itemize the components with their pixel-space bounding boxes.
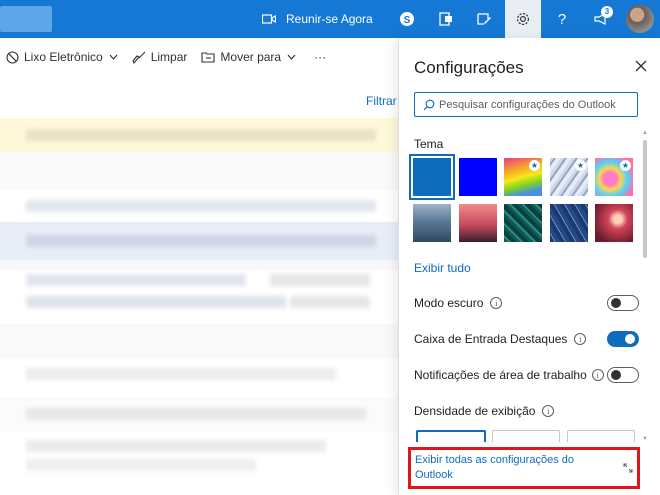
svg-text:?: ? [558,11,566,27]
gear-icon [516,12,530,26]
clean-label: Limpar [150,50,188,64]
chevron-down-icon [109,54,118,60]
theme-bokeh[interactable] [595,204,633,242]
filter-button[interactable]: Filtrar [366,94,397,108]
theme-blue[interactable] [409,154,455,200]
chevron-down-icon [287,54,296,60]
settings-panel: Configurações Tema ★ ★ ★ Exibir tudo Mod… [398,38,660,495]
junk-label: Lixo Eletrônico [24,50,103,64]
meet-now-label: Reunir-se Agora [286,12,373,26]
search-box[interactable] [0,6,52,32]
clean-button[interactable]: Limpar [132,50,188,64]
theme-blueprint[interactable] [550,204,588,242]
more-icon: ··· [314,50,327,64]
list-item[interactable] [0,222,400,260]
close-icon[interactable] [633,58,649,74]
focused-inbox-label: Caixa de Entrada Destaques [414,332,568,346]
message-list [0,118,400,495]
search-icon [423,99,435,110]
info-icon[interactable]: i [591,369,604,381]
list-item[interactable] [0,270,400,310]
avatar[interactable] [626,5,654,33]
display-density-label: Densidade de exibição [414,404,536,418]
broom-icon [132,51,146,64]
list-item[interactable] [0,190,400,222]
list-item[interactable] [0,432,400,472]
skype-icon: S [400,12,414,26]
settings-search-input[interactable] [439,98,629,111]
svg-text:S: S [404,15,411,26]
list-item[interactable] [0,324,400,358]
dark-mode-row: Modo escuro i [414,294,639,312]
move-to-button[interactable]: Mover para [201,50,296,64]
settings-footer: Exibir todas as configurações do Outlook [399,442,660,495]
scroll-up-arrow[interactable]: ▲ [642,130,648,136]
move-to-label: Mover para [220,50,282,64]
theme-unicorn[interactable]: ★ [595,158,633,196]
info-icon[interactable]: i [542,405,555,417]
expand-icon[interactable] [623,463,633,473]
block-icon [6,50,19,64]
list-item[interactable] [0,358,400,398]
junk-button[interactable]: Lixo Eletrônico [6,50,118,64]
display-density-row: Densidade de exibição i [414,402,639,420]
dark-mode-label: Modo escuro [414,296,484,310]
desktop-notifications-row: Notificações de área de trabalho i [414,366,639,384]
settings-search[interactable] [414,92,638,117]
settings-button[interactable] [505,0,541,38]
skype-button[interactable]: S [389,0,425,38]
folder-move-icon [201,52,215,63]
video-camera-icon [262,14,276,24]
theme-abstract-lines[interactable]: ★ [550,158,588,196]
meet-now-button[interactable]: Reunir-se Agora [262,0,373,38]
theme-deep-blue[interactable] [459,158,497,196]
focused-inbox-row: Caixa de Entrada Destaques i [414,330,639,348]
desktop-notifications-label: Notificações de área de trabalho [414,368,587,382]
theme-mountain[interactable] [413,204,451,242]
star-icon: ★ [620,160,631,171]
list-item[interactable] [0,118,400,152]
theme-palms[interactable] [459,204,497,242]
office-button[interactable] [428,0,464,38]
list-item[interactable] [0,398,400,432]
question-icon: ? [558,11,566,27]
view-all-settings-link[interactable]: Exibir todas as configurações do Outlook [415,453,605,483]
star-icon: ★ [529,160,540,171]
theme-rainbow[interactable]: ★ [504,158,542,196]
settings-title: Configurações [414,58,524,77]
compose-button[interactable] [466,0,502,38]
theme-label: Tema [414,137,444,151]
command-bar: Lixo Eletrônico Limpar Mover para ··· [0,38,400,76]
dark-mode-toggle[interactable] [607,295,639,311]
whats-new-button[interactable]: 3 [583,0,619,38]
notification-badge: 3 [601,6,613,18]
focused-inbox-toggle[interactable] [607,331,639,347]
top-bar: Reunir-se Agora S ? 3 [0,0,660,38]
note-edit-icon [477,13,491,25]
desktop-notifications-toggle[interactable] [607,367,639,383]
scrollbar-thumb[interactable] [643,140,647,258]
more-actions-button[interactable]: ··· [314,50,326,64]
star-icon: ★ [575,160,586,171]
list-item[interactable] [0,152,400,190]
show-all-themes-link[interactable]: Exibir tudo [414,261,471,275]
office-icon [439,12,452,26]
info-icon[interactable]: i [490,297,503,309]
info-icon[interactable]: i [574,333,587,345]
help-button[interactable]: ? [544,0,580,38]
theme-circuit[interactable] [504,204,542,242]
